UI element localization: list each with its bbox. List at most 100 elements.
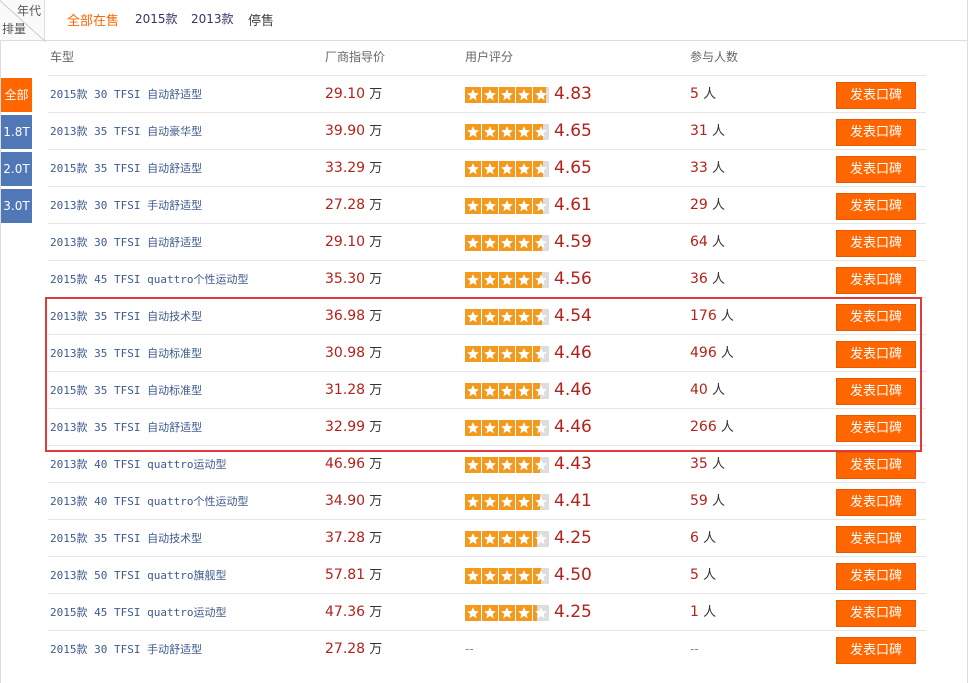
post-review-button[interactable]: 发表口碑 xyxy=(836,489,916,516)
post-review-button[interactable]: 发表口碑 xyxy=(836,415,916,442)
model-name[interactable]: 2013款 50 TFSI quattro旗舰型 xyxy=(50,557,226,594)
model-name[interactable]: 2015款 45 TFSI quattro个性运动型 xyxy=(50,261,248,298)
model-name[interactable]: 2013款 35 TFSI 自动标准型 xyxy=(50,335,202,372)
participant-count: 35 人 xyxy=(690,446,725,483)
table-row: 2013款 35 TFSI 自动标准型 30.98 万 4.46 496 人 发表口碑 xyxy=(48,334,926,372)
model-name[interactable]: 2013款 40 TFSI quattro个性运动型 xyxy=(50,483,248,520)
post-review-button[interactable]: 发表口碑 xyxy=(836,82,916,109)
star-icon xyxy=(482,346,498,362)
tab-discontinued[interactable]: 停售 xyxy=(248,10,274,29)
table-row: 2015款 45 TFSI quattro个性运动型 35.30 万 4.56 36 … xyxy=(48,260,926,298)
participant-count: 33 人 xyxy=(690,150,725,187)
table-row: 2013款 30 TFSI 手动舒适型 27.28 万 4.61 29 人 发表口碑 xyxy=(48,186,926,224)
star-icon xyxy=(465,494,481,510)
post-review-button[interactable]: 发表口碑 xyxy=(836,267,916,294)
star-icon xyxy=(465,198,481,214)
price-unit: 万 xyxy=(369,420,383,435)
post-review-button[interactable]: 发表口碑 xyxy=(836,156,916,183)
price-value: 57.81 xyxy=(325,567,366,583)
rating-score: 4.83 xyxy=(554,84,592,104)
post-review-button[interactable]: 发表口碑 xyxy=(836,230,916,257)
star-icon xyxy=(533,272,549,288)
star-icon xyxy=(482,87,498,103)
post-review-button[interactable]: 发表口碑 xyxy=(836,341,916,368)
price-unit: 万 xyxy=(369,642,383,657)
star-icon xyxy=(516,494,532,510)
participant-unit: 人 xyxy=(711,235,725,250)
model-name[interactable]: 2015款 30 TFSI 自动舒适型 xyxy=(50,76,202,113)
star-icon xyxy=(533,309,549,325)
side-tab-1-8t[interactable]: 1.8T xyxy=(1,115,32,150)
post-review-button[interactable]: 发表口碑 xyxy=(836,600,916,627)
model-name[interactable]: 2013款 35 TFSI 自动技术型 xyxy=(50,298,202,335)
participant-value: 496 xyxy=(690,345,717,361)
star-icon xyxy=(499,161,515,177)
post-review-button[interactable]: 发表口碑 xyxy=(836,452,916,479)
star-icon xyxy=(516,235,532,251)
tab-all-on-sale[interactable]: 全部在售 xyxy=(67,10,119,29)
side-tab-2-0t[interactable]: 2.0T xyxy=(1,152,32,187)
table-row: 2013款 40 TFSI quattro个性运动型 34.90 万 4.41 59 … xyxy=(48,482,926,520)
post-review-button[interactable]: 发表口碑 xyxy=(836,119,916,146)
model-name[interactable]: 2013款 35 TFSI 自动豪华型 xyxy=(50,113,202,150)
rating-score: -- xyxy=(465,642,474,656)
model-name[interactable]: 2015款 35 TFSI 自动技术型 xyxy=(50,520,202,557)
price-value: 31.28 xyxy=(325,382,366,398)
star-icon xyxy=(516,309,532,325)
price-value: 27.28 xyxy=(325,197,366,213)
star-icon xyxy=(516,272,532,288)
price-unit: 万 xyxy=(369,457,383,472)
side-tab-all[interactable]: 全部 xyxy=(1,78,32,112)
participant-value: 29 xyxy=(690,197,708,213)
model-name[interactable]: 2015款 35 TFSI 自动舒适型 xyxy=(50,150,202,187)
price-unit: 万 xyxy=(369,87,383,102)
star-icon xyxy=(482,198,498,214)
price-value: 39.90 xyxy=(325,123,366,139)
post-review-button[interactable]: 发表口碑 xyxy=(836,378,916,405)
rating-score: 4.46 xyxy=(554,417,592,437)
star-icon xyxy=(533,494,549,510)
model-name[interactable]: 2013款 40 TFSI quattro运动型 xyxy=(50,446,226,483)
participant-value: 6 xyxy=(690,530,699,546)
rating-score: 4.50 xyxy=(554,565,592,585)
star-icon xyxy=(482,161,498,177)
model-name[interactable]: 2013款 35 TFSI 自动舒适型 xyxy=(50,409,202,446)
star-icon xyxy=(499,124,515,140)
tab-2013[interactable]: 2013款 xyxy=(191,10,234,27)
rating-score: 4.25 xyxy=(554,528,592,548)
tab-2015[interactable]: 2015款 xyxy=(135,10,178,27)
table-row: 2013款 50 TFSI quattro旗舰型 57.81 万 4.50 5 人 发表… xyxy=(48,556,926,594)
post-review-button[interactable]: 发表口碑 xyxy=(836,304,916,331)
price-cell: 34.90 万 xyxy=(325,483,382,520)
star-icon xyxy=(499,494,515,510)
model-name[interactable]: 2013款 30 TFSI 自动舒适型 xyxy=(50,224,202,261)
star-icon xyxy=(465,531,481,547)
post-review-button[interactable]: 发表口碑 xyxy=(836,563,916,590)
star-icon xyxy=(516,161,532,177)
column-header-model: 车型 xyxy=(50,50,75,64)
participant-count: 40 人 xyxy=(690,372,725,409)
star-icon xyxy=(516,568,532,584)
rating-score: 4.54 xyxy=(554,306,592,326)
star-icon xyxy=(533,457,549,473)
model-name[interactable]: 2015款 30 TFSI 手动舒适型 xyxy=(50,631,202,668)
post-review-button[interactable]: 发表口碑 xyxy=(836,637,916,664)
column-header-rating: 用户评分 xyxy=(465,50,514,64)
table-row: 2013款 40 TFSI quattro运动型 46.96 万 4.43 35 人 发… xyxy=(48,445,926,483)
price-unit: 万 xyxy=(369,531,383,546)
model-name[interactable]: 2015款 45 TFSI quattro运动型 xyxy=(50,594,226,631)
star-icon xyxy=(465,457,481,473)
post-review-button[interactable]: 发表口碑 xyxy=(836,193,916,220)
participant-value: 1 xyxy=(690,604,699,620)
model-name[interactable]: 2013款 30 TFSI 手动舒适型 xyxy=(50,187,202,224)
star-icon xyxy=(465,383,481,399)
side-tab-3-0t[interactable]: 3.0T xyxy=(1,189,32,224)
star-icon xyxy=(482,605,498,621)
star-icon xyxy=(465,346,481,362)
star-icon xyxy=(499,309,515,325)
model-name[interactable]: 2015款 35 TFSI 自动标准型 xyxy=(50,372,202,409)
star-icon xyxy=(516,346,532,362)
star-icon xyxy=(533,383,549,399)
participant-count: 36 人 xyxy=(690,261,725,298)
post-review-button[interactable]: 发表口碑 xyxy=(836,526,916,553)
